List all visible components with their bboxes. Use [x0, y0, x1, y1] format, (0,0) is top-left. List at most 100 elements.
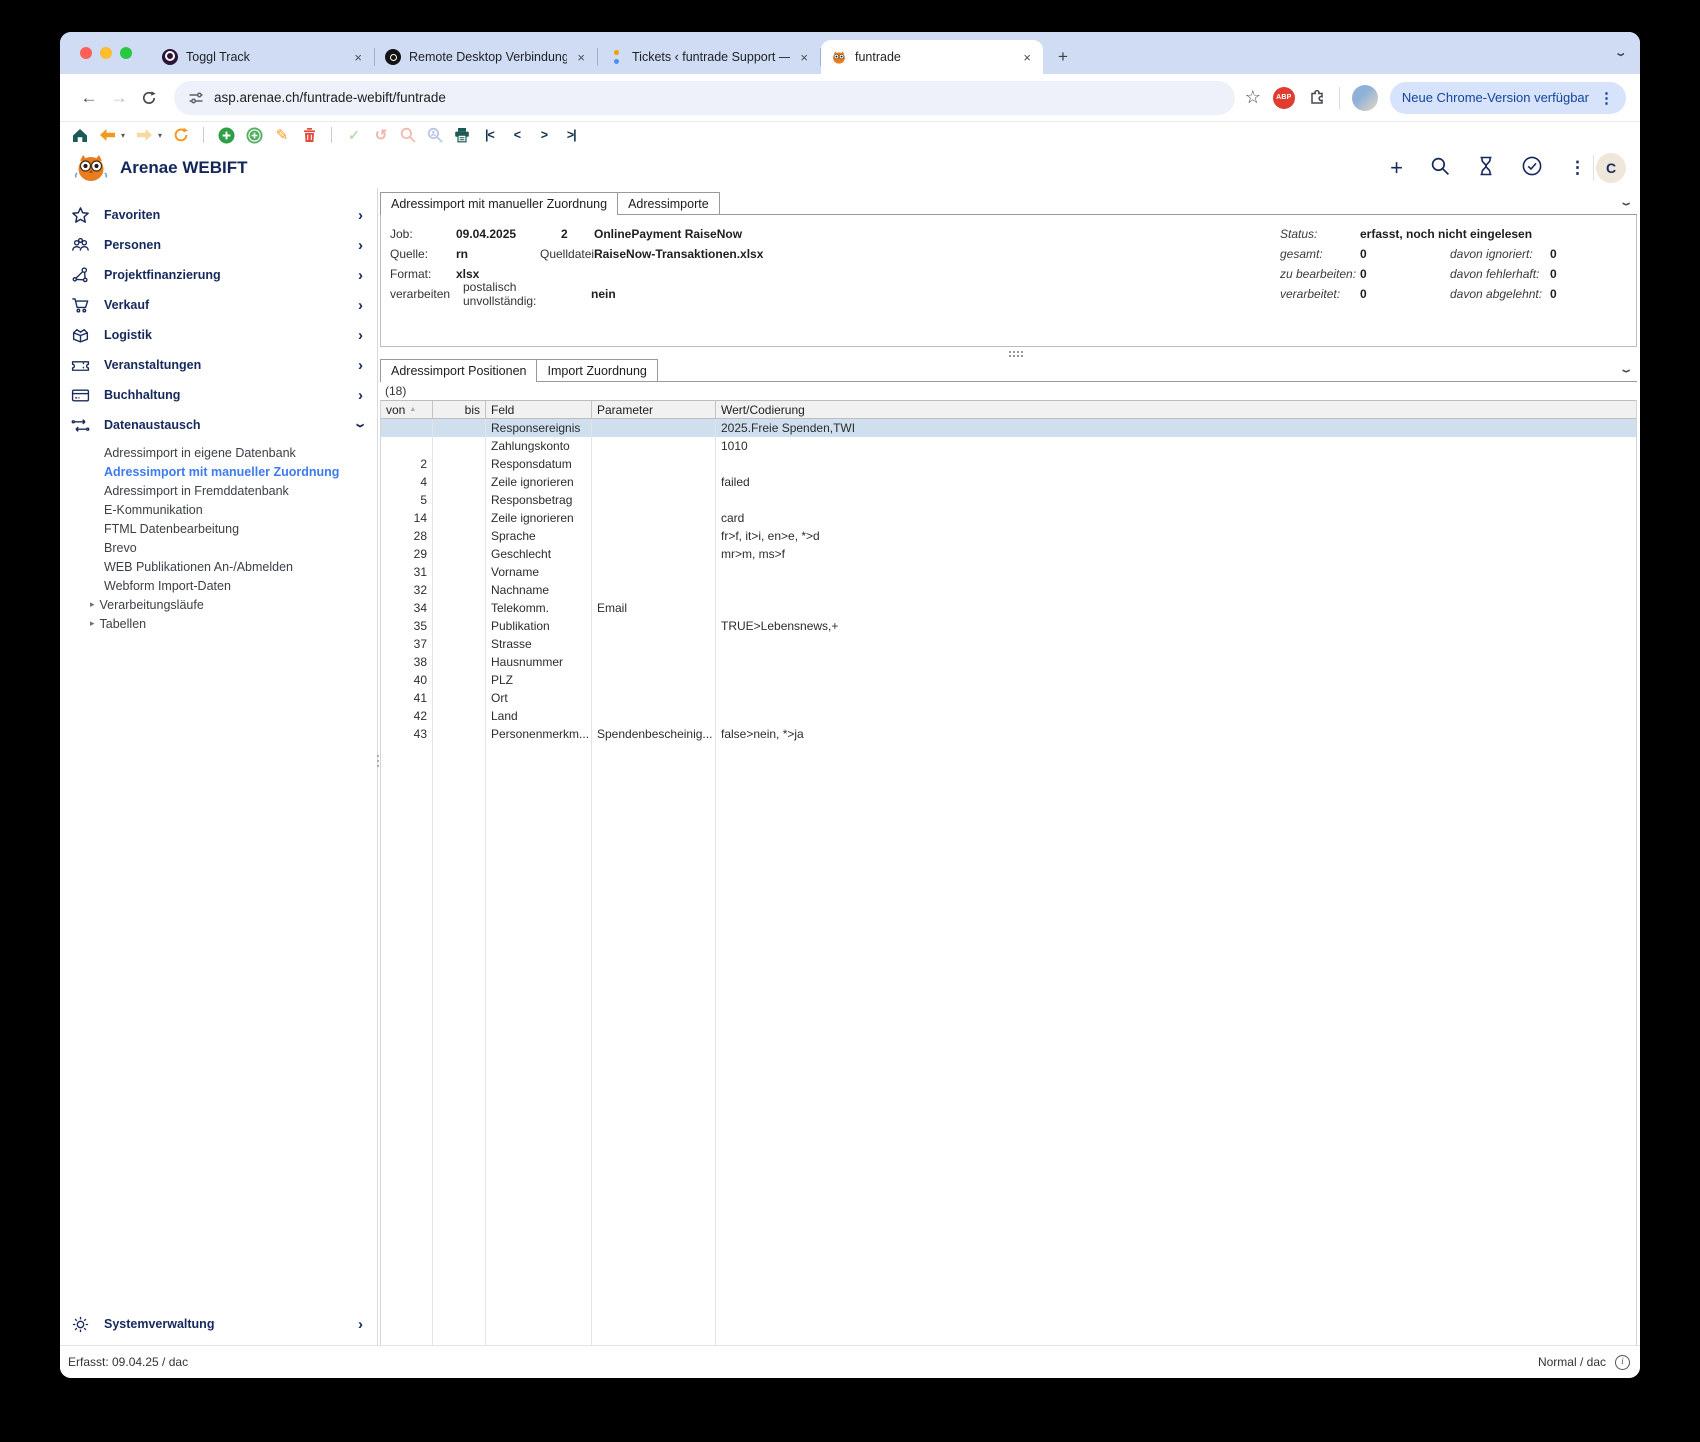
position-row[interactable]: Zahlungskonto 1010: [381, 437, 1636, 455]
browser-tab[interactable]: Toggl Track ×: [152, 40, 374, 74]
home-icon[interactable]: [72, 126, 88, 144]
close-window-button[interactable]: [80, 47, 92, 59]
sidebar-item-logistik[interactable]: Logistik ›: [60, 320, 377, 350]
nav-next-icon[interactable]: >: [536, 126, 552, 144]
sidebar-item-personen[interactable]: Personen ›: [60, 230, 377, 260]
sidebar-subitem-verarbeitungsl-ufe[interactable]: ▸ Verarbeitungsläufe: [60, 595, 377, 614]
sidebar-subitem-e-kommunikation[interactable]: E-Kommunikation: [60, 500, 377, 519]
sidebar-item-veranstaltungen[interactable]: Veranstaltungen ›: [60, 350, 377, 380]
new-tab-button[interactable]: +: [1049, 43, 1077, 71]
position-row[interactable]: 14 Zeile ignorieren card: [381, 509, 1636, 527]
position-row[interactable]: 37 Strasse: [381, 635, 1636, 653]
sidebar-subitem-adressimport-mit-manueller-zuordnung[interactable]: Adressimport mit manueller Zuordnung: [60, 462, 377, 481]
column-header-bis[interactable]: bis: [433, 401, 486, 418]
tab-search-chevron-icon[interactable]: ›: [1612, 52, 1632, 56]
nav-prev-icon[interactable]: <: [509, 126, 525, 144]
browser-back-button[interactable]: ←: [74, 83, 104, 113]
sidebar-item-favoriten[interactable]: Favoriten ›: [60, 200, 377, 230]
nav-last-icon[interactable]: >|: [563, 126, 580, 144]
adblock-extension-icon[interactable]: ABP: [1272, 86, 1295, 109]
position-row[interactable]: 40 PLZ: [381, 671, 1636, 689]
tab-close-icon[interactable]: ×: [352, 50, 364, 65]
confirm-icon[interactable]: ✓: [346, 126, 362, 144]
nav-first-icon[interactable]: |<: [481, 126, 498, 144]
sidebar-subitem-web-publikationen-an-abmelden[interactable]: WEB Publikationen An-/Abmelden: [60, 557, 377, 576]
info-icon[interactable]: i: [1615, 1354, 1630, 1370]
tab-adressimporte[interactable]: Adressimporte: [617, 192, 720, 214]
user-avatar[interactable]: C: [1596, 153, 1626, 183]
search-icon[interactable]: [400, 126, 416, 144]
forward-icon[interactable]: [136, 126, 153, 144]
sidebar-subitem-tabellen[interactable]: ▸ Tabellen: [60, 614, 377, 633]
sidebar-item-verkauf[interactable]: Verkauf ›: [60, 290, 377, 320]
position-row[interactable]: 5 Responsbetrag: [381, 491, 1636, 509]
browser-forward-button[interactable]: →: [104, 83, 134, 113]
position-row[interactable]: 28 Sprache fr>f, it>i, en>e, *>d: [381, 527, 1636, 545]
expand-triangle-icon[interactable]: ▸: [90, 618, 95, 629]
chrome-update-button[interactable]: Neue Chrome-Version verfügbar ⋮: [1389, 81, 1626, 114]
forward-menu-icon[interactable]: ▾: [158, 131, 162, 140]
back-menu-icon[interactable]: ▾: [121, 131, 125, 140]
undo-icon[interactable]: ↺: [373, 126, 389, 144]
browser-tab[interactable]: Tickets ‹ funtrade Support — ×: [598, 40, 820, 74]
sidebar-item-projektfinanzierung[interactable]: Projektfinanzierung ›: [60, 260, 377, 290]
positions-panel-chevron-icon[interactable]: ›: [1617, 369, 1638, 373]
omnibox[interactable]: asp.arenae.ch/funtrade-webift/funtrade: [174, 80, 1235, 115]
tab-close-icon[interactable]: ×: [1021, 50, 1033, 65]
add-icon[interactable]: [218, 126, 235, 144]
position-row[interactable]: 41 Ort: [381, 689, 1636, 707]
position-row[interactable]: 38 Hausnummer: [381, 653, 1636, 671]
minimize-window-button[interactable]: [100, 47, 112, 59]
edit-icon[interactable]: ✎: [274, 126, 290, 144]
browser-tab[interactable]: funtrade ×: [821, 40, 1043, 74]
sidebar-splitter-handle[interactable]: [374, 754, 382, 767]
column-header-von[interactable]: von ▲: [381, 401, 433, 418]
job-panel-chevron-icon[interactable]: ›: [1617, 202, 1638, 206]
position-row[interactable]: 4 Zeile ignorieren failed: [381, 473, 1636, 491]
sidebar-subitem-brevo[interactable]: Brevo: [60, 538, 377, 557]
search-person-icon[interactable]: [427, 126, 443, 144]
position-row[interactable]: 31 Vorname: [381, 563, 1636, 581]
sidebar-subitem-adressimport-in-eigene-datenbank[interactable]: Adressimport in eigene Datenbank: [60, 443, 377, 462]
tab-adressimport-mit-manueller-zuordnung[interactable]: Adressimport mit manueller Zuordnung: [380, 192, 619, 215]
kebab-menu-icon[interactable]: ⋮: [1569, 158, 1587, 178]
sidebar-item-buchhaltung[interactable]: Buchhaltung ›: [60, 380, 377, 410]
refresh-icon[interactable]: [173, 126, 189, 144]
tab-adressimport-positionen[interactable]: Adressimport Positionen: [380, 359, 538, 382]
delete-icon[interactable]: [301, 126, 317, 144]
position-row[interactable]: 43 Personenmerkm... Spendenbescheinig... fa…: [381, 725, 1636, 743]
tab-import-zuordnung[interactable]: Import Zuordnung: [536, 359, 658, 381]
position-row[interactable]: 32 Nachname: [381, 581, 1636, 599]
position-row[interactable]: 29 Geschlecht mr>m, ms>f: [381, 545, 1636, 563]
expand-triangle-icon[interactable]: ▸: [90, 599, 95, 610]
browser-tab[interactable]: Remote Desktop Verbindung ×: [375, 40, 597, 74]
column-header-wert-codierung[interactable]: Wert/Codierung: [716, 401, 1636, 418]
position-row[interactable]: 35 Publikation TRUE>Lebensnews,+: [381, 617, 1636, 635]
print-icon[interactable]: [454, 126, 470, 144]
sidebar-subitem-adressimport-in-fremddatenbank[interactable]: Adressimport in Fremddatenbank: [60, 481, 377, 500]
extensions-puzzle-icon[interactable]: [1307, 85, 1327, 110]
position-row[interactable]: 42 Land: [381, 707, 1636, 725]
position-row[interactable]: 34 Telekomm. Email: [381, 599, 1636, 617]
tab-close-icon[interactable]: ×: [798, 50, 810, 65]
column-header-parameter[interactable]: Parameter: [592, 401, 716, 418]
bookmark-star-icon[interactable]: ☆: [1245, 87, 1261, 108]
browser-reload-button[interactable]: [134, 83, 164, 113]
search-icon[interactable]: [1430, 156, 1450, 181]
column-header-feld[interactable]: Feld: [486, 401, 592, 418]
hourglass-icon[interactable]: [1477, 156, 1495, 181]
sidebar-subitem-ftml-datenbearbeitung[interactable]: FTML Datenbearbeitung: [60, 519, 377, 538]
browser-profile-avatar[interactable]: [1351, 84, 1378, 111]
add-icon[interactable]: +: [1390, 155, 1403, 181]
sidebar-subitem-webform-import-daten[interactable]: Webform Import-Daten: [60, 576, 377, 595]
position-row[interactable]: 2 Responsdatum: [381, 455, 1636, 473]
add-copy-icon[interactable]: [246, 126, 263, 144]
sidebar-item-systemverwaltung[interactable]: Systemverwaltung ›: [60, 1309, 377, 1339]
check-circle-icon[interactable]: [1522, 156, 1542, 181]
back-icon[interactable]: [99, 126, 116, 144]
sidebar-item-datenaustausch[interactable]: Datenaustausch ›: [60, 410, 377, 440]
panel-splitter[interactable]: [380, 347, 1637, 359]
position-row[interactable]: Responsereignis 2025.Freie Spenden,TWI: [381, 419, 1636, 437]
maximize-window-button[interactable]: [120, 47, 132, 59]
browser-menu-kebab-icon[interactable]: ⋮: [1599, 89, 1614, 107]
